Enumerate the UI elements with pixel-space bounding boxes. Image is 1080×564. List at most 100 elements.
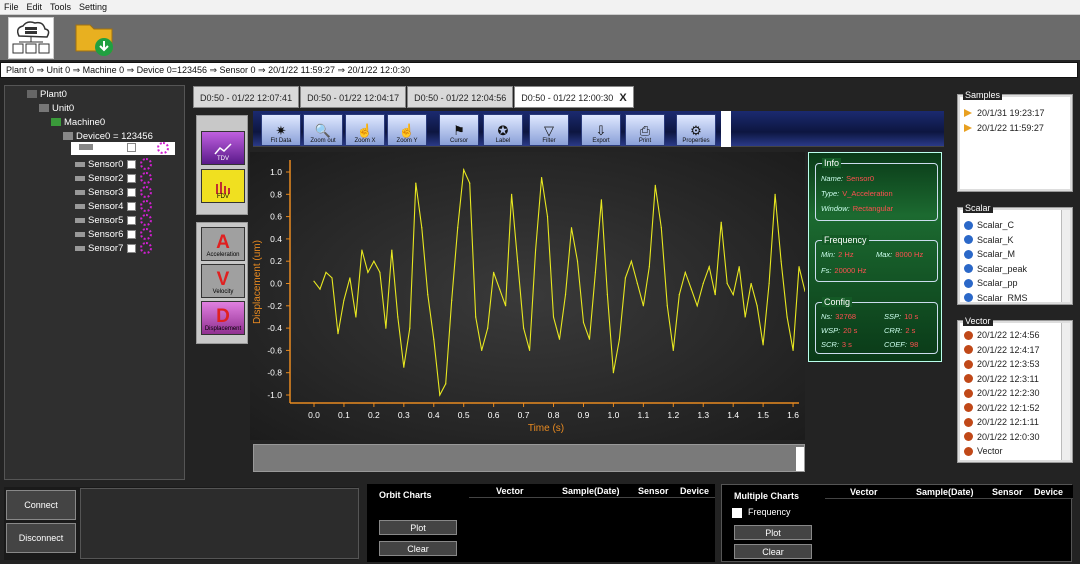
orbit-clear-button[interactable]: Clear [379, 541, 457, 556]
scalar-item[interactable]: Scalar_M [960, 247, 1070, 262]
data-point [522, 327, 525, 329]
menu-file[interactable]: File [0, 2, 23, 12]
tree-node-sensor[interactable]: Sensor5 [75, 214, 153, 226]
sensor-checkbox[interactable] [127, 201, 137, 211]
menu-tools[interactable]: Tools [46, 2, 75, 12]
scalar-item[interactable]: Scalar_RMS [960, 291, 1070, 302]
sensor-label: Sensor0 [88, 158, 124, 170]
tab-4-active[interactable]: D0:50 - 01/22 12:00:30 X [514, 86, 634, 108]
frequency-checkbox-row[interactable]: Frequency [732, 507, 791, 518]
data-point [463, 169, 465, 171]
tab-3[interactable]: D0:50 - 01/22 12:04:56 [407, 86, 514, 108]
tree-node-device[interactable]: Device0 = 123456 [63, 130, 153, 142]
export-button[interactable]: ⇩ Export [581, 114, 621, 146]
vector-item[interactable]: 20/1/22 12:3:11 [960, 372, 1070, 387]
folder-download-icon[interactable] [72, 17, 118, 59]
tree-node-sensor[interactable]: Sensor2 [75, 172, 153, 184]
vector-item[interactable]: 20/1/22 12:1:11 [960, 415, 1070, 430]
scalar-item[interactable]: Scalar_K [960, 233, 1070, 248]
chart-toolbar-scroll[interactable] [721, 111, 731, 147]
multiple-clear-button[interactable]: Clear [734, 544, 812, 559]
tree-node-sensor[interactable]: Sensor0 [75, 158, 153, 170]
sensor-settings-icon[interactable] [140, 200, 153, 212]
scalar-item[interactable]: Scalar_C [960, 218, 1070, 233]
tree-node-sensor[interactable]: Sensor6 [75, 228, 153, 240]
sensor-settings-icon[interactable] [140, 172, 153, 184]
scroll-thumb[interactable] [796, 447, 804, 471]
tree-node-machine[interactable]: Machine0 [51, 116, 105, 128]
sample-item[interactable]: 20/1/22 11:59:27 [960, 121, 1070, 136]
tab-1[interactable]: D0:50 - 01/22 12:07:41 [193, 86, 300, 108]
tdv-button[interactable]: TDV [201, 131, 245, 165]
sensor-checkbox[interactable] [127, 187, 137, 197]
properties-button[interactable]: ⚙ Properties [676, 114, 716, 146]
tab-2[interactable]: D0:50 - 01/22 12:04:17 [300, 86, 407, 108]
vector-item[interactable]: 20/1/22 12:4:17 [960, 343, 1070, 358]
vector-item[interactable]: Vector [960, 444, 1070, 459]
multiple-charts-panel: Multiple Charts Vector Sample(Date) Sens… [721, 484, 1073, 562]
sensor-settings-icon[interactable] [140, 158, 153, 170]
y-tick-label: -0.4 [267, 323, 282, 333]
menu-edit[interactable]: Edit [23, 2, 47, 12]
sensor-checkbox[interactable] [127, 159, 137, 169]
menu-setting[interactable]: Setting [75, 2, 111, 12]
scalar-scrollbar[interactable] [1061, 210, 1070, 302]
cloud-connect-icon[interactable] [8, 17, 54, 59]
tree-node-plant[interactable]: Plant0 [27, 88, 67, 100]
scalar-item[interactable]: Scalar_pp [960, 276, 1070, 291]
vector-item[interactable]: 20/1/22 12:3:53 [960, 357, 1070, 372]
x-tick-label: 1.1 [637, 410, 649, 420]
acceleration-button[interactable]: A Acceleration [201, 227, 245, 261]
y-tick-label: -0.2 [267, 301, 282, 311]
zoom-y-button[interactable]: ☝ Zoom Y [387, 114, 427, 146]
quantity-mode-panel: A Acceleration V Velocity D Displacement [196, 222, 248, 344]
sensor-settings-icon[interactable] [140, 214, 153, 226]
cursor-button[interactable]: ⚑ Cursor [439, 114, 479, 146]
sensor-settings-icon[interactable] [140, 186, 153, 198]
zoom-x-button[interactable]: ☝ Zoom X [345, 114, 385, 146]
sensor-checkbox[interactable] [127, 229, 137, 239]
tree-node-sensor[interactable]: Sensor4 [75, 200, 153, 212]
disconnect-button[interactable]: Disconnect [6, 523, 76, 553]
print-button[interactable]: ⎙ Print [625, 114, 665, 146]
vector-item[interactable]: 20/1/22 12:2:30 [960, 386, 1070, 401]
displacement-button[interactable]: D Displacement [201, 301, 245, 335]
data-point [630, 260, 632, 262]
chart-horizontal-scrollbar[interactable] [253, 444, 805, 472]
device-tree[interactable]: Plant0 Unit0 Machine0 Device0 = 123456 S… [4, 85, 185, 480]
multiple-plot-button[interactable]: Plot [734, 525, 812, 540]
close-tab-icon[interactable]: X [619, 92, 626, 104]
sensor-checkbox[interactable] [127, 173, 137, 183]
filter-button[interactable]: ▽ Filter [529, 114, 569, 146]
label-button[interactable]: ✪ Label [483, 114, 523, 146]
fdv-button[interactable]: FDV [201, 169, 245, 203]
sensor-label: Sensor3 [88, 186, 124, 198]
tree-node-unit[interactable]: Unit0 [39, 102, 74, 114]
data-point [672, 349, 674, 351]
blue-dot-icon [964, 220, 973, 230]
vector-scrollbar[interactable] [1061, 323, 1070, 460]
vector-item[interactable]: 20/1/22 12:0:30 [960, 430, 1070, 445]
vector-item[interactable]: 20/1/22 12:1:52 [960, 401, 1070, 416]
sensor-settings-icon[interactable] [140, 228, 153, 240]
sensor-checkbox[interactable] [127, 143, 136, 152]
connect-button[interactable]: Connect [6, 490, 76, 520]
frequency-checkbox[interactable] [732, 507, 742, 518]
sensor-checkbox[interactable] [127, 215, 137, 225]
sensor-icon [75, 217, 85, 223]
sensor-settings-icon[interactable] [157, 142, 169, 154]
time-domain-chart[interactable]: 1.0 0.8 0.6 0.4 0.2 0.0 -0.2 -0.4 -0.6 -0.8 -1.0 0.… [250, 152, 805, 440]
data-point [361, 249, 363, 251]
orbit-plot-button[interactable]: Plot [379, 520, 457, 535]
tree-node-sensor[interactable]: Sensor3 [75, 186, 153, 198]
scalar-item[interactable]: Scalar_peak [960, 262, 1070, 277]
sample-item[interactable]: 20/1/31 19:23:17 [960, 106, 1070, 121]
zoom-out-button[interactable]: 🔍 Zoom out [303, 114, 343, 146]
tree-node-sensor[interactable]: Sensor7 [75, 242, 153, 254]
velocity-button[interactable]: V Velocity [201, 264, 245, 298]
fit-data-button[interactable]: ✷ Fit Data [261, 114, 301, 146]
vector-item[interactable]: 20/1/22 12:4:56 [960, 328, 1070, 343]
sensor-checkbox[interactable] [127, 243, 137, 253]
selected-sensor-row[interactable] [71, 142, 175, 155]
sensor-settings-icon[interactable] [140, 242, 153, 254]
